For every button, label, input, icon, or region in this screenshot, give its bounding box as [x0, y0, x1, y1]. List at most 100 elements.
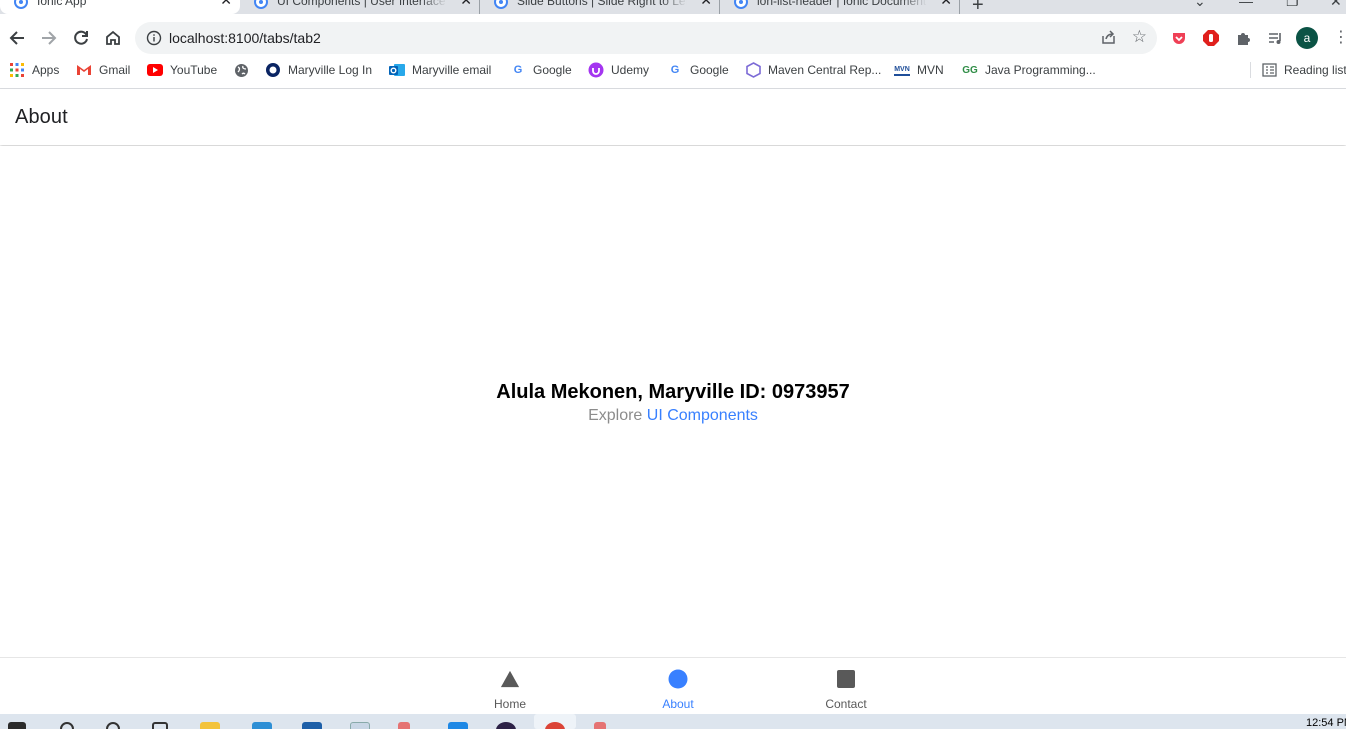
bookmark-google[interactable]: G Google — [667, 62, 729, 78]
maven-icon — [745, 62, 761, 78]
taskbar-clock[interactable]: 12:54 PM — [1306, 717, 1346, 729]
app-icon[interactable] — [496, 722, 516, 729]
task-view-icon[interactable] — [152, 722, 168, 729]
triangle-icon — [500, 669, 520, 689]
bookmark-udemy[interactable]: Udemy — [588, 62, 649, 78]
adblock-extension-icon[interactable] — [1200, 27, 1222, 49]
notepad-icon[interactable] — [350, 722, 370, 729]
bookmark-label: Google — [690, 63, 729, 77]
explore-label: Explore — [588, 407, 643, 424]
gmail-icon — [76, 62, 92, 78]
maryville-icon — [265, 62, 281, 78]
back-arrow-icon[interactable] — [5, 26, 29, 50]
window-close-icon[interactable]: ✕ — [1330, 0, 1342, 10]
close-tab-icon[interactable]: ✕ — [940, 0, 952, 9]
app-tab-bar: Home About Contact — [0, 657, 1346, 714]
vscode-icon[interactable] — [448, 722, 468, 729]
bookmark-star-icon[interactable]: ☆ — [1132, 27, 1147, 47]
url-text[interactable]: localhost:8100/tabs/tab2 — [169, 30, 321, 46]
extensions-puzzle-icon[interactable] — [1232, 27, 1254, 49]
browser-tab[interactable]: ion-list-header | Ionic Documentation ✕ — [720, 0, 960, 14]
new-tab-plus-icon[interactable]: + — [972, 0, 984, 14]
bookmark-mvn[interactable]: MVN MVN — [894, 62, 944, 78]
home-icon[interactable] — [101, 26, 125, 50]
square-icon — [836, 669, 856, 689]
forward-arrow-icon[interactable] — [37, 26, 61, 50]
globe-icon — [233, 62, 249, 78]
share-icon[interactable] — [1100, 29, 1117, 51]
bookmarks-bar: Apps Gmail YouTube Maryville Log In Mary… — [0, 62, 1346, 89]
tab-about-label: About — [662, 697, 694, 711]
udemy-icon — [588, 62, 604, 78]
google-icon: G — [670, 64, 680, 76]
geeks-icon: GG — [962, 64, 978, 76]
reading-list[interactable]: Reading list — [1261, 62, 1346, 78]
store-icon[interactable] — [302, 722, 322, 729]
bookmark-label: MVN — [917, 63, 944, 77]
browser-tab-title: UI Components | User Interface Applicati… — [277, 0, 447, 8]
search-icon[interactable] — [60, 722, 74, 729]
bookmark-apps[interactable]: Apps — [9, 62, 59, 78]
minimize-icon[interactable]: — — [1239, 0, 1253, 9]
page-title: About — [15, 106, 68, 128]
restore-icon[interactable]: ❐ — [1286, 0, 1299, 10]
browser-tab[interactable]: Slide Buttons | Slide Right to Left ✕ — [480, 0, 720, 14]
profile-avatar[interactable]: a — [1296, 27, 1318, 49]
bookmark-maryville-email[interactable]: Maryville email — [389, 62, 491, 78]
chrome-favicon-icon — [734, 0, 748, 9]
close-tab-icon[interactable]: ✕ — [220, 0, 232, 9]
close-tab-icon[interactable]: ✕ — [460, 0, 472, 9]
bookmark-youtube[interactable]: YouTube — [147, 62, 217, 78]
reading-list-label: Reading list — [1284, 63, 1346, 77]
bookmark-globe[interactable] — [233, 62, 256, 78]
tab-search-chevron-icon[interactable]: ⌄ — [1194, 0, 1206, 10]
bookmark-label: Maryville email — [412, 63, 492, 77]
ui-components-link[interactable]: UI Components — [647, 407, 758, 424]
close-tab-icon[interactable]: ✕ — [700, 0, 712, 9]
cortana-icon[interactable] — [106, 722, 120, 729]
pencil-app-icon[interactable] — [594, 722, 606, 729]
bookmark-java-programming[interactable]: GG Java Programming... — [962, 62, 1096, 78]
tab-about[interactable]: About — [623, 658, 733, 714]
tab-contact[interactable]: Contact — [791, 658, 901, 714]
browser-tab-title: ion-list-header | Ionic Documentation — [757, 0, 927, 8]
bookmark-maryville-login[interactable]: Maryville Log In — [265, 62, 372, 78]
pencil-app-icon[interactable] — [398, 722, 410, 729]
content-heading: Alula Mekonen, Maryville ID: 0973957 — [496, 381, 850, 403]
browser-tab-title: Ionic App — [37, 0, 87, 8]
tab-home[interactable]: Home — [455, 658, 565, 714]
outlook-icon — [389, 62, 405, 78]
browser-toolbar: localhost:8100/tabs/tab2 ☆ a ⋮ — [0, 14, 1346, 62]
file-explorer-icon[interactable] — [200, 722, 220, 729]
browser-tab-title: Slide Buttons | Slide Right to Left — [517, 0, 687, 8]
ellipse-icon — [668, 669, 688, 689]
explore-container: Alula Mekonen, Maryville ID: 0973957 Exp… — [0, 379, 1346, 427]
tab-home-label: Home — [493, 697, 526, 711]
app-header-toolbar: About — [0, 89, 1346, 145]
bookmark-label: Java Programming... — [985, 63, 1096, 77]
browser-tab-strip: Ionic App ✕ UI Components | User Interfa… — [0, 0, 1346, 14]
site-info-icon[interactable] — [146, 30, 162, 51]
windows-start-icon[interactable] — [8, 722, 26, 729]
more-menu-icon[interactable]: ⋮ — [1333, 28, 1346, 48]
media-queue-icon[interactable] — [1264, 27, 1286, 49]
pocket-extension-icon[interactable] — [1168, 27, 1190, 49]
mvn-icon: MVN — [894, 65, 910, 76]
explore-text: Explore UI Components — [0, 405, 1346, 427]
bookmark-label: Udemy — [611, 63, 650, 77]
browser-tab[interactable]: UI Components | User Interface Applicati… — [240, 0, 480, 14]
chrome-favicon-icon — [14, 0, 28, 9]
youtube-icon — [147, 62, 163, 78]
bookmark-gmail[interactable]: Gmail — [76, 62, 130, 78]
tab-contact-label: Contact — [825, 697, 867, 711]
tab-separator — [959, 0, 960, 14]
bookmark-google[interactable]: G Google — [510, 62, 572, 78]
address-bar[interactable]: localhost:8100/tabs/tab2 ☆ — [135, 22, 1157, 54]
mail-app-icon[interactable] — [252, 722, 272, 729]
chrome-favicon-icon — [254, 0, 268, 9]
bookmark-label: Maryville Log In — [288, 63, 373, 77]
reading-list-icon — [1261, 62, 1277, 78]
browser-tab-active[interactable]: Ionic App ✕ — [0, 0, 240, 14]
bookmark-maven-central[interactable]: Maven Central Rep... — [745, 62, 881, 78]
reload-icon[interactable] — [69, 26, 93, 50]
